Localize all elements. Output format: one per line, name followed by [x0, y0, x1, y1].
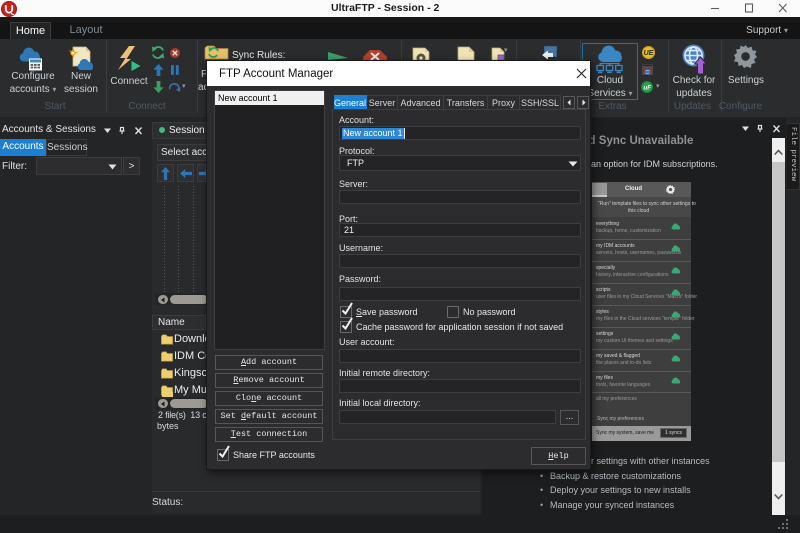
svg-text:uF: uF: [643, 84, 652, 91]
svg-text:UE: UE: [644, 50, 654, 57]
